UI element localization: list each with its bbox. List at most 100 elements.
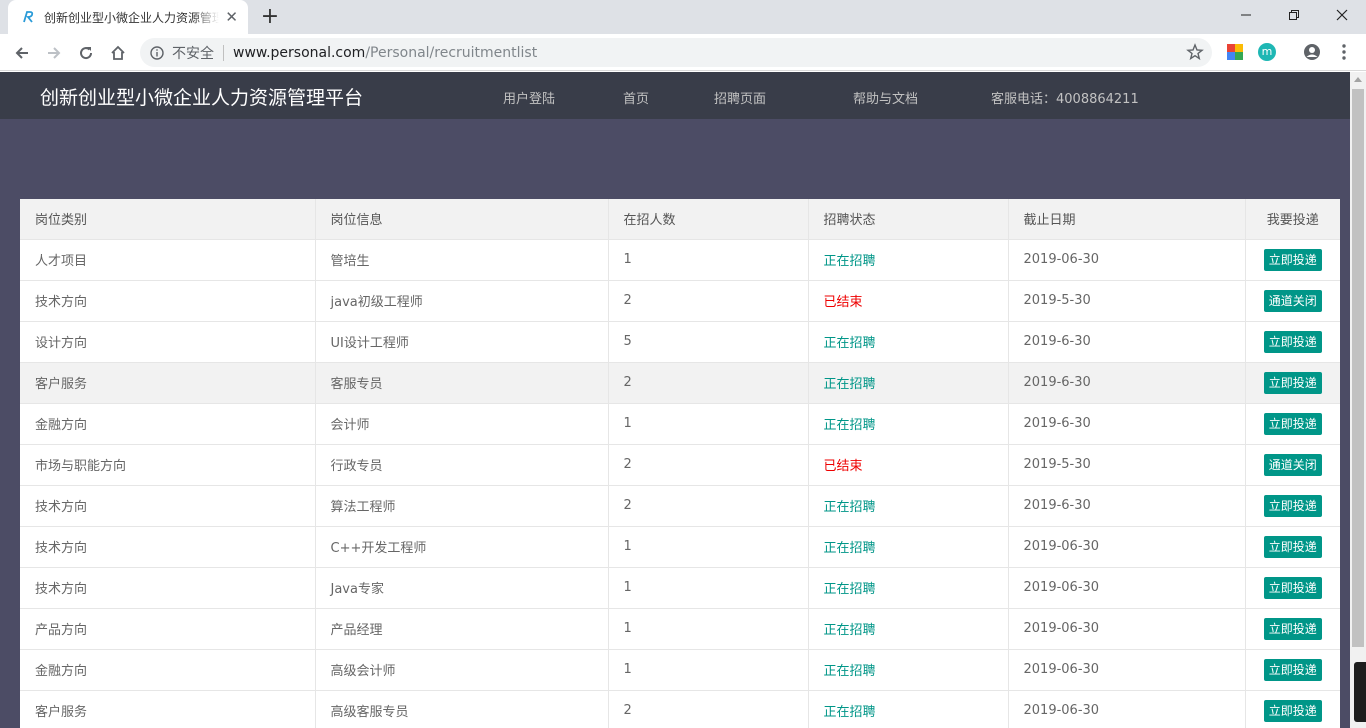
forward-arrow-icon[interactable] (42, 41, 66, 65)
back-arrow-icon[interactable] (10, 41, 34, 65)
restore-icon[interactable] (1270, 0, 1318, 30)
cell-deadline: 2019-5-30 (1008, 280, 1246, 322)
cell-status: 已结束 (808, 280, 1009, 322)
cell-category: 人才项目 (20, 239, 316, 281)
cell-count: 2 (608, 485, 809, 527)
browser-tab[interactable]: 创新创业型小微企业人力资源管理平台 ✕ (8, 0, 248, 34)
header-apply: 我要投递 (1245, 199, 1340, 240)
apply-now-button[interactable]: 立即投递 (1263, 658, 1322, 681)
cell-apply: 立即投递 (1245, 567, 1340, 609)
cell-position: UI设计工程师 (315, 321, 609, 363)
extension-m-icon[interactable]: m (1258, 43, 1276, 61)
cell-category: 产品方向 (20, 608, 316, 650)
cell-status: 正在招聘 (808, 239, 1009, 281)
address-bar[interactable]: 不安全 www.personal.com/Personal/recruitmen… (140, 38, 1212, 67)
apply-now-button[interactable]: 立即投递 (1263, 699, 1322, 722)
nav-recruit-link[interactable]: 招聘页面 (714, 88, 766, 107)
cell-deadline: 2019-06-30 (1008, 690, 1246, 728)
cell-status: 正在招聘 (808, 403, 1009, 445)
url-separator (223, 44, 224, 61)
cell-deadline: 2019-6-30 (1008, 485, 1246, 527)
cell-position: 客服专员 (315, 362, 609, 404)
nav-help-link[interactable]: 帮助与文档 (853, 88, 918, 107)
page-content: 创新创业型小微企业人力资源管理平台 用户登陆 首页 招聘页面 帮助与文档 客服电… (0, 72, 1350, 728)
apply-now-button[interactable]: 立即投递 (1263, 535, 1322, 558)
cell-deadline: 2019-06-30 (1008, 526, 1246, 568)
cell-category: 金融方向 (20, 649, 316, 691)
table-row: 客户服务 高级客服专员 2 正在招聘 2019-06-30 立即投递 (20, 690, 1340, 728)
cell-deadline: 2019-6-30 (1008, 362, 1246, 404)
cell-apply: 立即投递 (1245, 321, 1340, 363)
scroll-up-icon[interactable] (1354, 77, 1362, 82)
tab-title: 创新创业型小微企业人力资源管理平台 (44, 10, 219, 25)
cell-category: 技术方向 (20, 567, 316, 609)
cell-status: 正在招聘 (808, 649, 1009, 691)
cell-deadline: 2019-06-30 (1008, 567, 1246, 609)
browser-menu-icon[interactable] (1337, 43, 1351, 65)
apply-now-button[interactable]: 立即投递 (1263, 576, 1322, 599)
info-icon[interactable] (150, 45, 164, 60)
site-title: 创新创业型小微企业人力资源管理平台 (40, 87, 364, 109)
cell-status: 已结束 (808, 444, 1009, 486)
home-icon[interactable] (106, 41, 130, 65)
site-header: 创新创业型小微企业人力资源管理平台 用户登陆 首页 招聘页面 帮助与文档 客服电… (0, 72, 1350, 119)
cell-status: 正在招聘 (808, 690, 1009, 728)
url-path: /Personal/recruitmentlist (365, 44, 538, 61)
cell-apply: 立即投递 (1245, 608, 1340, 650)
table-row: 技术方向 算法工程师 2 正在招聘 2019-6-30 立即投递 (20, 485, 1340, 527)
cell-count: 1 (608, 567, 809, 609)
cell-category: 设计方向 (20, 321, 316, 363)
header-deadline: 截止日期 (1008, 199, 1246, 240)
scroll-thumb[interactable] (1352, 89, 1364, 647)
insecure-label: 不安全 (172, 45, 214, 62)
cell-position: C++开发工程师 (315, 526, 609, 568)
cell-count: 1 (608, 608, 809, 650)
header-position: 岗位信息 (315, 199, 609, 240)
cell-apply: 通道关闭 (1245, 444, 1340, 486)
table-row: 技术方向 Java专家 1 正在招聘 2019-06-30 立即投递 (20, 567, 1340, 609)
cell-position: 高级会计师 (315, 649, 609, 691)
cell-status: 正在招聘 (808, 321, 1009, 363)
cell-deadline: 2019-06-30 (1008, 239, 1246, 281)
cell-position: 算法工程师 (315, 485, 609, 527)
cell-count: 1 (608, 649, 809, 691)
nav-home-link[interactable]: 首页 (623, 88, 649, 107)
cell-count: 1 (608, 526, 809, 568)
header-category: 岗位类别 (20, 199, 316, 240)
minimize-icon[interactable] (1222, 0, 1270, 30)
header-status: 招聘状态 (808, 199, 1009, 240)
cell-category: 市场与职能方向 (20, 444, 316, 486)
site-favicon-icon (23, 11, 34, 23)
cell-category: 金融方向 (20, 403, 316, 445)
page-scrollbar[interactable] (1350, 72, 1366, 728)
cell-count: 1 (608, 239, 809, 281)
side-widget[interactable] (1354, 662, 1366, 722)
table-row: 产品方向 产品经理 1 正在招聘 2019-06-30 立即投递 (20, 608, 1340, 650)
cell-position: 产品经理 (315, 608, 609, 650)
bookmark-star-icon[interactable] (1186, 43, 1204, 61)
apply-now-button[interactable]: 立即投递 (1263, 330, 1322, 353)
cell-count: 2 (608, 362, 809, 404)
profile-avatar-icon[interactable] (1303, 43, 1321, 61)
apply-now-button[interactable]: 立即投递 (1263, 248, 1322, 271)
reload-icon[interactable] (74, 41, 98, 65)
close-window-icon[interactable] (1318, 0, 1366, 30)
apply-now-button[interactable]: 立即投递 (1263, 494, 1322, 517)
cell-count: 1 (608, 403, 809, 445)
tab-close-icon[interactable]: ✕ (225, 9, 238, 25)
browser-toolbar: 不安全 www.personal.com/Personal/recruitmen… (0, 34, 1366, 71)
apply-now-button[interactable]: 立即投递 (1263, 371, 1322, 394)
cell-status: 正在招聘 (808, 485, 1009, 527)
extension-colorful-icon[interactable] (1226, 43, 1244, 61)
cell-apply: 立即投递 (1245, 690, 1340, 728)
channel-closed-button[interactable]: 通道关闭 (1263, 289, 1322, 312)
new-tab-icon[interactable]: + (258, 5, 282, 29)
apply-now-button[interactable]: 立即投递 (1263, 617, 1322, 640)
nav-login-link[interactable]: 用户登陆 (503, 88, 555, 107)
channel-closed-button[interactable]: 通道关闭 (1263, 453, 1322, 476)
apply-now-button[interactable]: 立即投递 (1263, 412, 1322, 435)
table-row: 设计方向 UI设计工程师 5 正在招聘 2019-6-30 立即投递 (20, 321, 1340, 363)
cell-position: 会计师 (315, 403, 609, 445)
cell-category: 客户服务 (20, 690, 316, 728)
service-phone: 客服电话：4008864211 (991, 92, 1139, 107)
